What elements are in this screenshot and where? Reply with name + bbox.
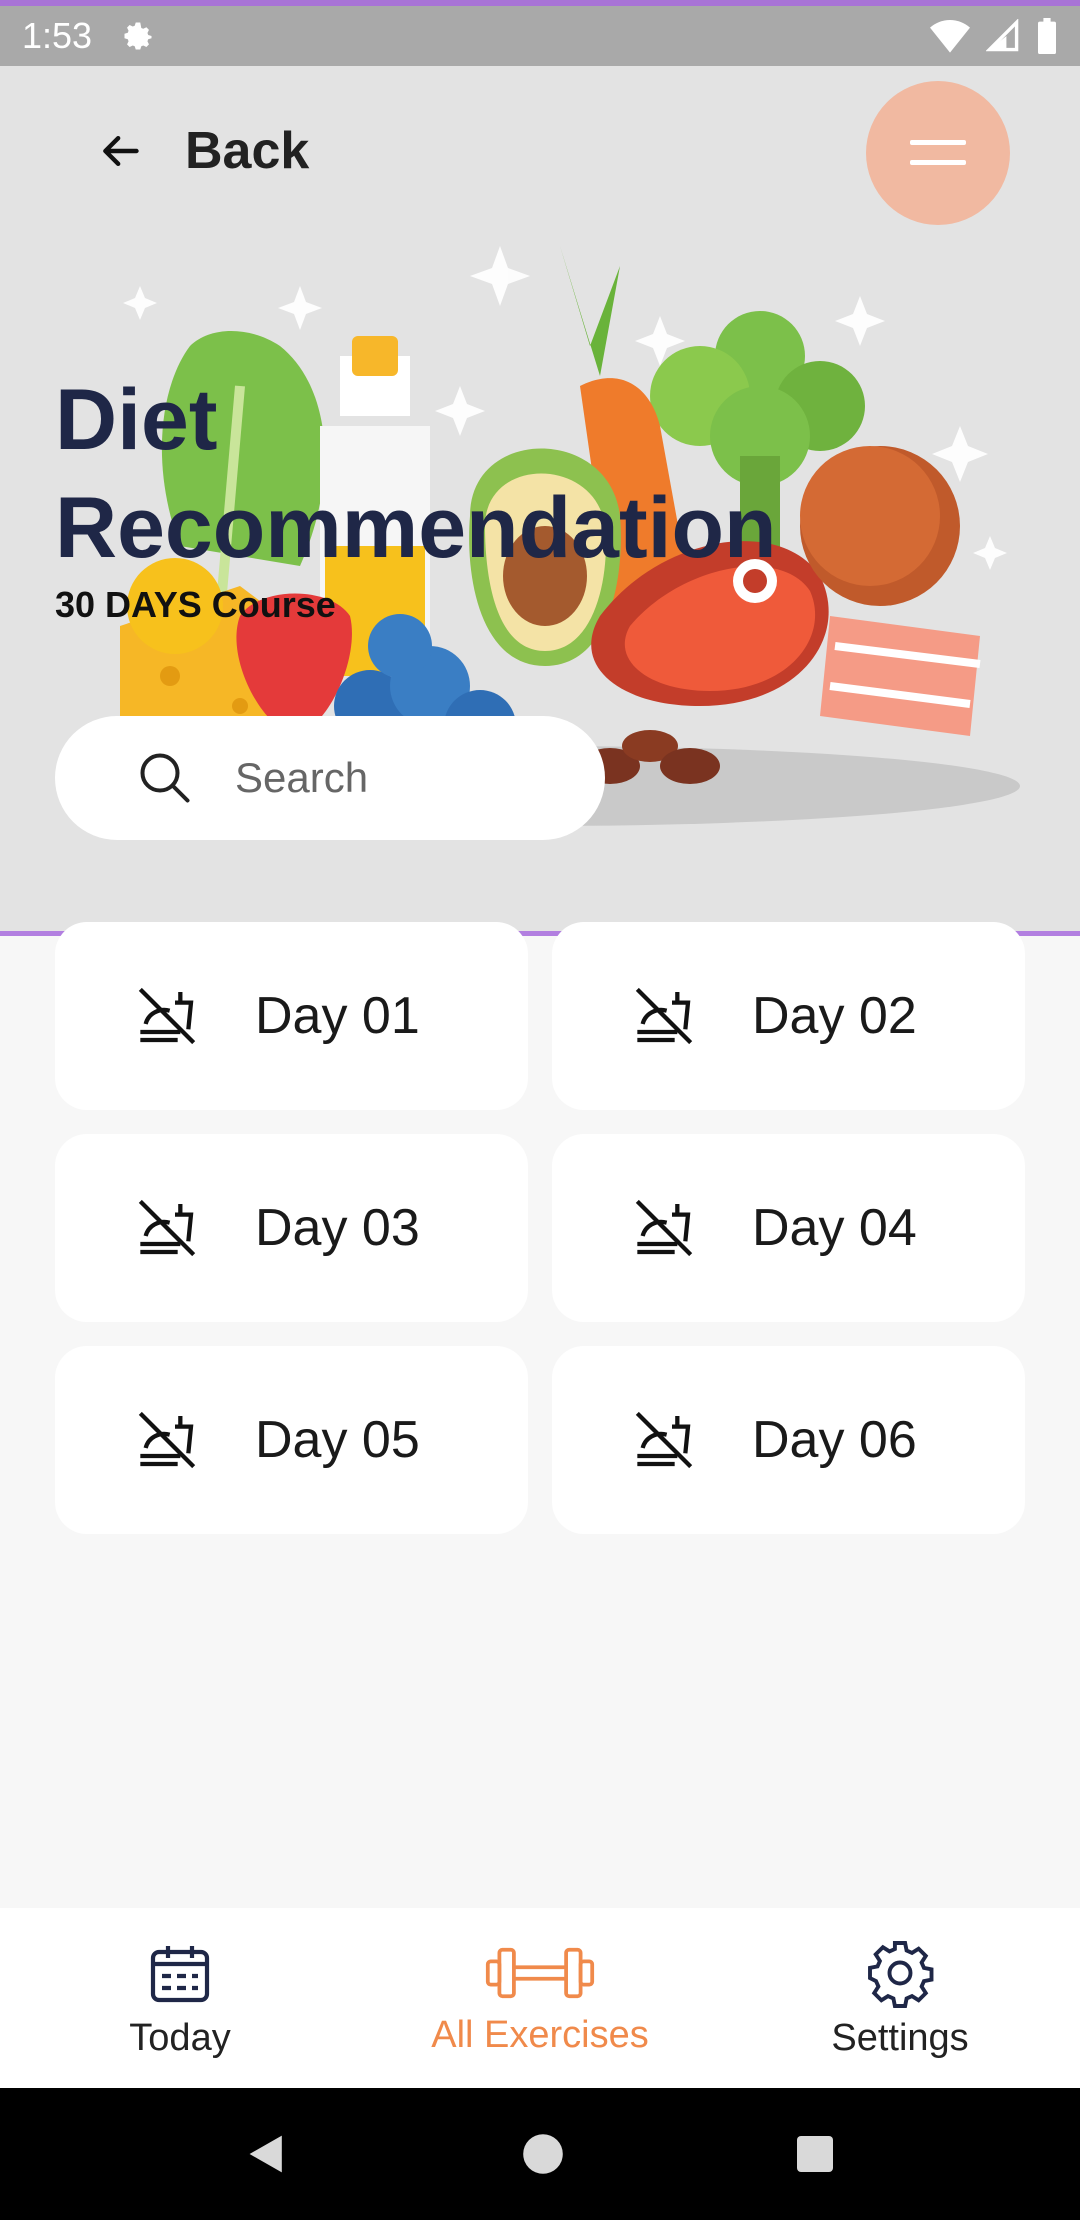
search-icon: [140, 753, 190, 803]
nav-settings[interactable]: Settings: [750, 1937, 1050, 2060]
nav-all-exercises-label: All Exercises: [431, 2013, 649, 2056]
back-triangle-icon[interactable]: [245, 2131, 291, 2177]
day-label: Day 03: [255, 1199, 420, 1257]
status-bar: 1:53: [0, 0, 1080, 66]
no-food-icon: [138, 1411, 196, 1469]
course-subtitle: 30 DAYS Course: [55, 584, 336, 625]
nav-settings-label: Settings: [831, 2016, 969, 2059]
no-food-icon: [635, 1199, 693, 1257]
day-card-04[interactable]: Day 04: [552, 1134, 1025, 1322]
menu-icon: [910, 140, 966, 165]
day-label: Day 01: [255, 987, 420, 1045]
no-food-icon: [635, 1411, 693, 1469]
no-food-icon: [138, 1199, 196, 1257]
header: Back Diet Recommendation 30 DAYS Course: [0, 66, 1080, 936]
menu-button[interactable]: [866, 81, 1010, 225]
home-circle-icon[interactable]: [521, 2132, 565, 2176]
arrow-left-icon: [103, 135, 139, 167]
no-food-icon: [635, 987, 693, 1045]
system-nav-bar: [0, 2088, 1080, 2220]
day-card-03[interactable]: Day 03: [55, 1134, 528, 1322]
back-label: Back: [185, 122, 310, 180]
day-card-01[interactable]: Day 01: [55, 922, 528, 1110]
gear-icon: [868, 1940, 934, 2008]
no-food-icon: [138, 987, 196, 1045]
signal-icon: [986, 19, 1019, 52]
calendar-icon: [150, 1945, 210, 2002]
status-time: 1:53: [22, 15, 93, 56]
page-title-line1: Diet: [55, 372, 218, 468]
day-label: Day 05: [255, 1411, 420, 1469]
page-title: Diet Recommendation: [55, 366, 777, 582]
day-label: Day 06: [752, 1411, 917, 1469]
day-card-06[interactable]: Day 06: [552, 1346, 1025, 1534]
search-input[interactable]: [235, 754, 555, 802]
day-card-05[interactable]: Day 05: [55, 1346, 528, 1534]
day-label: Day 04: [752, 1199, 917, 1257]
day-label: Day 02: [752, 987, 917, 1045]
recents-square-icon[interactable]: [795, 2134, 835, 2174]
day-grid: Day 01 Day 02 Day 03 Day 04 Day 05 Day 0…: [55, 922, 1025, 1534]
nav-today[interactable]: Today: [30, 1937, 330, 2060]
back-button[interactable]: Back: [95, 121, 309, 181]
day-card-02[interactable]: Day 02: [552, 922, 1025, 1110]
battery-icon: [1038, 18, 1056, 54]
nav-all-exercises[interactable]: All Exercises: [390, 1940, 690, 2057]
search-bar[interactable]: [55, 716, 605, 840]
dumbbell-icon: [485, 1947, 595, 1998]
nav-today-label: Today: [129, 2016, 231, 2059]
wifi-icon: [930, 20, 970, 53]
page-title-line2: Recommendation: [55, 480, 777, 576]
settings-status-icon: [124, 22, 152, 50]
bottom-nav: Today All Exercises Settings: [0, 1908, 1080, 2088]
